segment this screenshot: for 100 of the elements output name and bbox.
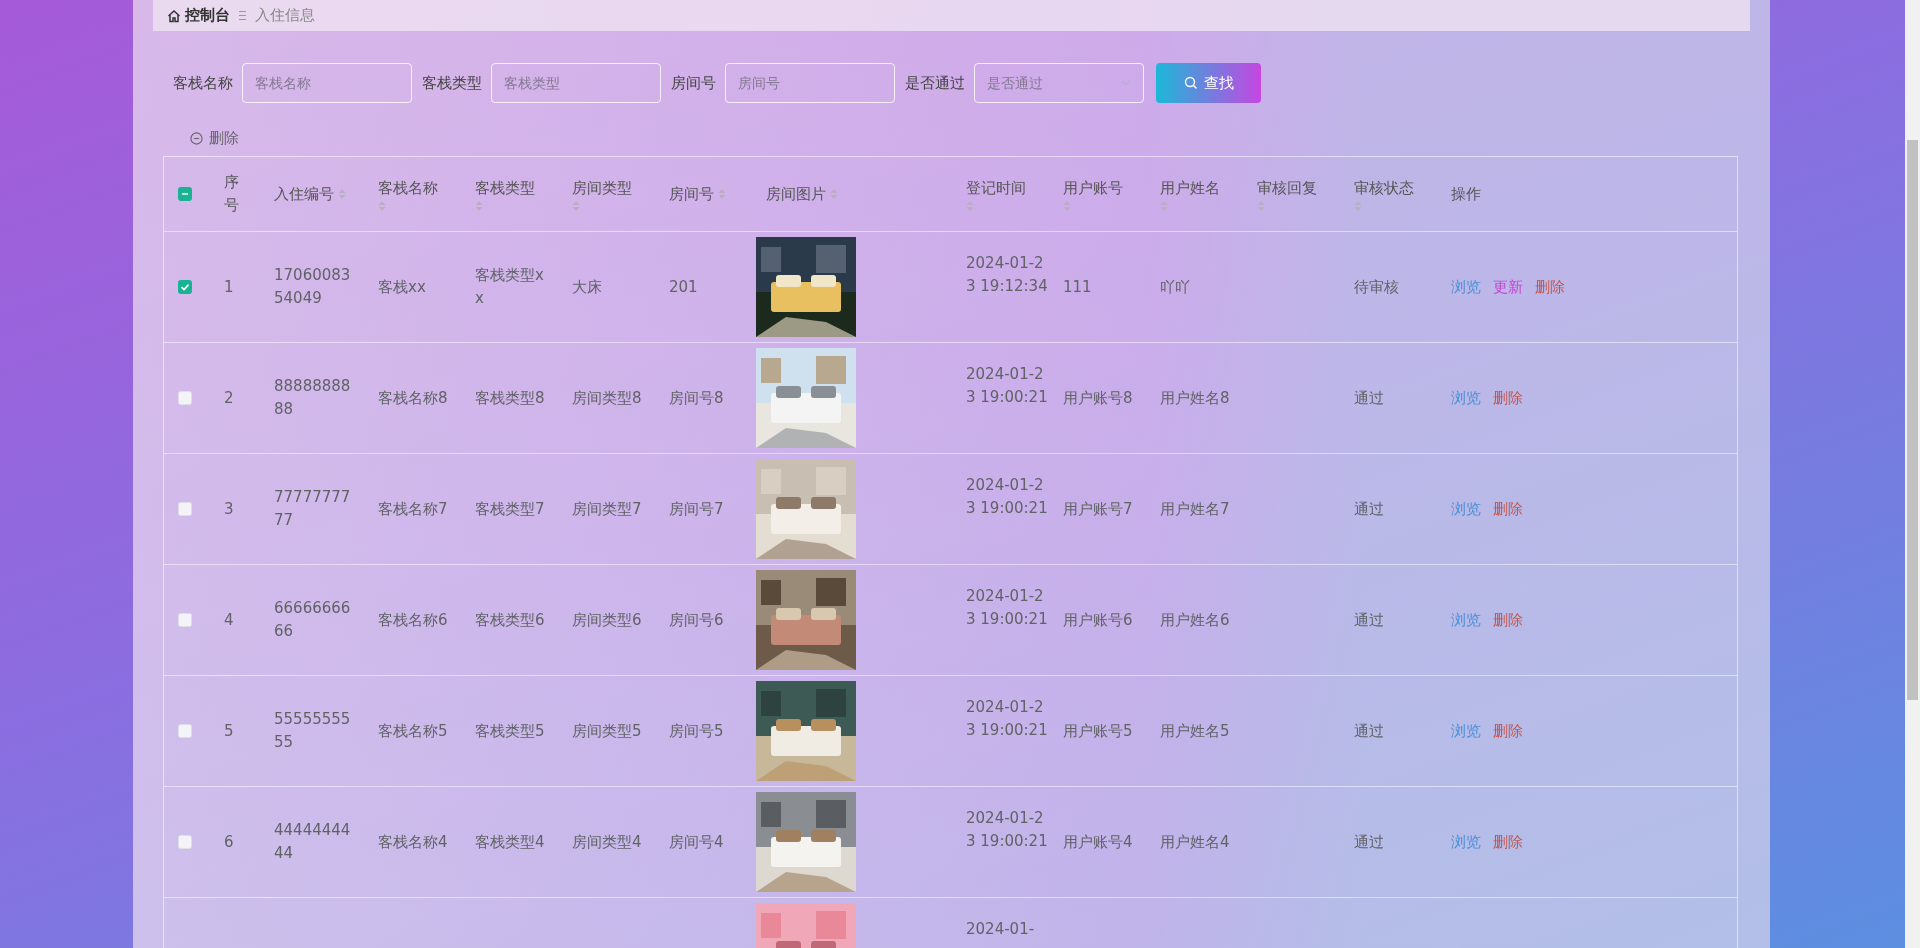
table-cell: 客栈名称6	[378, 610, 448, 629]
view-link[interactable]: 浏览	[1451, 277, 1481, 297]
table-cell: 房间类型6	[572, 610, 642, 629]
table-cell: 客栈名称5	[378, 721, 448, 740]
checkbox[interactable]	[178, 280, 192, 294]
sort-icon[interactable]	[1160, 199, 1168, 212]
table-cell: 通过	[1354, 721, 1384, 740]
input-field[interactable]: 房间号	[725, 63, 895, 103]
sort-icon[interactable]	[1063, 199, 1071, 212]
table-cell: 用户姓名7	[1160, 499, 1230, 518]
column-header[interactable]: 用户账号	[1063, 176, 1133, 212]
table-cell: 通过	[1354, 610, 1384, 629]
column-header[interactable]: 审核回复	[1257, 176, 1327, 212]
filter-label: 房间号	[671, 73, 716, 93]
column-header[interactable]: 房间图片	[766, 182, 939, 206]
table-cell: 吖吖	[1160, 277, 1190, 296]
table-cell: 通过	[1354, 388, 1384, 407]
table-cell: 1706008354049	[274, 266, 351, 307]
table-cell: 6666666666	[274, 599, 351, 640]
table-cell: 通过	[1354, 499, 1384, 518]
table-cell: 用户姓名6	[1160, 610, 1230, 629]
sort-icon[interactable]	[830, 188, 838, 200]
input-field[interactable]: 客栈类型	[491, 63, 661, 103]
table-cell: 通过	[1354, 832, 1384, 851]
table-cell: 房间号6	[669, 610, 724, 629]
table-cell: 客栈xx	[378, 277, 426, 296]
table-cell: 4444444444	[274, 821, 351, 862]
table-cell: 用户姓名5	[1160, 721, 1230, 740]
column-header[interactable]: 房间号	[669, 182, 739, 206]
home-icon	[167, 8, 181, 23]
table-cell: 客栈类型5	[475, 721, 545, 740]
table-cell: 2024-01-23 19:00:21	[966, 476, 1048, 517]
table-cell: 大床	[572, 277, 602, 296]
table-cell: 客栈类型4	[475, 832, 545, 851]
search-icon	[1183, 76, 1198, 90]
table-cell: 2024-01-23 19:00:21	[966, 365, 1048, 406]
sort-icon[interactable]	[1354, 199, 1362, 212]
delete-link[interactable]: 删除	[1493, 610, 1523, 630]
scrollbar-thumb[interactable]	[1907, 140, 1918, 700]
sort-icon[interactable]	[572, 199, 580, 212]
input-field[interactable]: 客栈名称	[242, 63, 412, 103]
column-header: 操作	[1451, 183, 1482, 205]
minus-circle-icon	[190, 131, 203, 145]
checkbox[interactable]	[178, 187, 192, 201]
home-link[interactable]: 控制台	[167, 6, 230, 25]
table-cell: 房间号8	[669, 388, 724, 407]
table-cell: 用户姓名4	[1160, 832, 1230, 851]
column-header: 序号	[224, 172, 240, 216]
table-cell: 房间类型7	[572, 499, 642, 518]
table-cell: 2024-01-23 19:00:21	[966, 587, 1048, 628]
table-cell: 用户姓名8	[1160, 388, 1230, 407]
column-header[interactable]: 客栈名称	[378, 176, 448, 212]
column-header[interactable]: 入住编号	[274, 182, 351, 206]
table-cell: 房间类型4	[572, 832, 642, 851]
select-field[interactable]: 是否通过	[974, 63, 1144, 103]
table-cell: 客栈类型8	[475, 388, 545, 407]
view-link[interactable]: 浏览	[1451, 499, 1481, 519]
delete-link[interactable]: 删除	[1493, 388, 1523, 408]
table-cell: 用户账号6	[1063, 610, 1133, 629]
table-cell: 客栈名称8	[378, 388, 448, 407]
table-cell: 2024-01-23 19:12:34	[966, 254, 1048, 295]
delete-link[interactable]: 删除	[1493, 721, 1523, 741]
table-cell: 2024-01-	[966, 920, 1035, 938]
delete-link[interactable]: 删除	[1535, 277, 1565, 297]
column-header[interactable]: 登记时间	[966, 176, 1036, 212]
column-header[interactable]: 审核状态	[1354, 176, 1424, 212]
sort-icon[interactable]	[475, 199, 483, 212]
column-header[interactable]: 房间类型	[572, 176, 642, 212]
sort-icon[interactable]	[966, 199, 974, 212]
table-cell: 用户账号7	[1063, 499, 1133, 518]
column-header[interactable]: 客栈类型	[475, 176, 545, 212]
table-cell: 用户账号4	[1063, 832, 1133, 851]
search-button[interactable]: 查找	[1156, 63, 1261, 103]
sort-icon[interactable]	[1257, 199, 1265, 212]
view-link[interactable]: 浏览	[1451, 832, 1481, 852]
delete-link[interactable]: 删除	[1493, 499, 1523, 519]
table-cell: 房间类型5	[572, 721, 642, 740]
separator-icon	[238, 10, 247, 21]
breadcrumb-current: 入住信息	[255, 6, 315, 25]
update-link[interactable]: 更新	[1493, 277, 1523, 297]
filter-label: 客栈名称	[173, 73, 233, 93]
view-link[interactable]: 浏览	[1451, 610, 1481, 630]
table-cell: 房间号4	[669, 832, 724, 851]
table-cell: 3	[224, 499, 234, 518]
table-cell: 房间类型8	[572, 388, 642, 407]
sort-icon[interactable]	[718, 188, 726, 200]
view-link[interactable]: 浏览	[1451, 721, 1481, 741]
table-cell: 客栈类型6	[475, 610, 545, 629]
sort-icon[interactable]	[338, 188, 346, 200]
delete-button[interactable]: 删除	[190, 123, 239, 153]
sort-icon[interactable]	[378, 199, 386, 212]
view-link[interactable]: 浏览	[1451, 388, 1481, 408]
table-cell: 待审核	[1354, 277, 1399, 296]
table-cell: 1	[224, 277, 234, 296]
column-header[interactable]: 用户姓名	[1160, 176, 1230, 212]
filter-label: 客栈类型	[422, 73, 482, 93]
table-cell: 2024-01-23 19:00:21	[966, 809, 1048, 850]
delete-link[interactable]: 删除	[1493, 832, 1523, 852]
table-cell: 客栈名称7	[378, 499, 448, 518]
table-cell: 111	[1063, 277, 1092, 296]
